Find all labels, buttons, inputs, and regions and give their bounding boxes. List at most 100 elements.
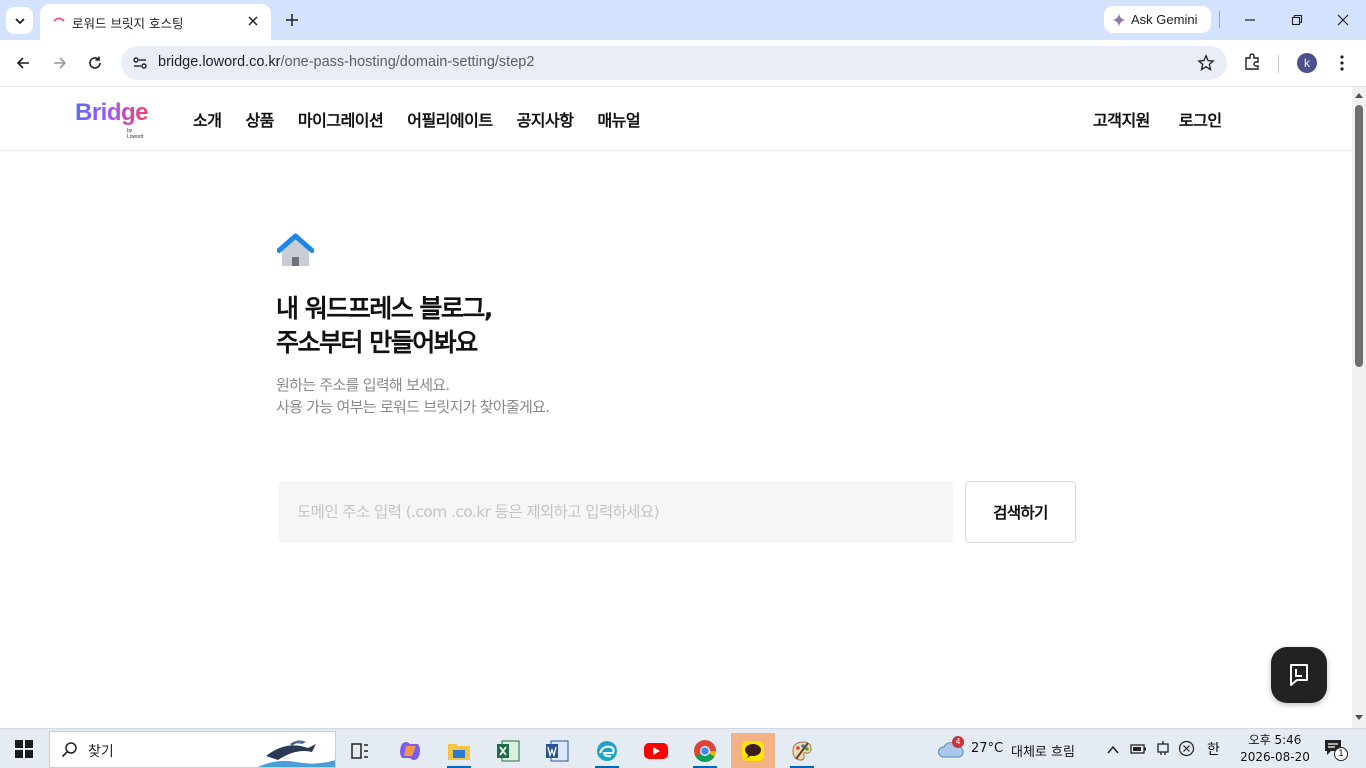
volume-muted-icon <box>1178 740 1195 757</box>
taskbar-paint[interactable] <box>780 733 824 768</box>
site-logo[interactable]: Bridge by Loword <box>75 99 150 140</box>
task-view-button[interactable] <box>338 733 382 768</box>
notification-center-button[interactable]: 1 <box>1323 738 1349 762</box>
scroll-thumb[interactable] <box>1355 105 1363 367</box>
utility-nav: 고객지원 로그인 <box>1093 107 1251 131</box>
divider <box>1278 55 1279 73</box>
taskbar-word[interactable] <box>535 733 579 768</box>
taskbar-copilot[interactable] <box>388 733 432 768</box>
restore-button[interactable] <box>1287 10 1307 30</box>
domain-search-input[interactable] <box>278 481 953 543</box>
taskbar-youtube[interactable] <box>634 733 678 768</box>
kakaotalk-icon <box>742 740 764 761</box>
weather-badge: 4 <box>952 736 964 748</box>
nav-item-products[interactable]: 상품 <box>245 107 274 131</box>
site-header: Bridge by Loword 소개 상품 마이그레이션 어필리에이트 공지사… <box>0 87 1352 151</box>
extensions-button[interactable] <box>1243 52 1263 76</box>
taskbar-file-explorer[interactable] <box>437 733 481 768</box>
show-hidden-icons-button[interactable] <box>1106 741 1120 760</box>
description-line: 사용 가능 여부는 로워드 브릿지가 찾아줄게요. <box>276 398 550 416</box>
taskbar-chrome[interactable] <box>683 733 727 768</box>
url-path: /one-pass-hosting/domain-setting/step2 <box>280 54 535 70</box>
favicon-icon <box>53 17 65 22</box>
tab-close-button[interactable] <box>244 12 262 30</box>
taskbar-edge[interactable] <box>585 733 629 768</box>
ime-indicator[interactable]: 한 <box>1207 739 1220 759</box>
bookmark-button[interactable] <box>1197 54 1215 76</box>
close-window-button[interactable] <box>1333 10 1353 30</box>
network-icon <box>1157 741 1169 755</box>
logo-subtext: by Loword <box>127 128 144 140</box>
description-line: 원하는 주소를 입력해 보세요. <box>276 376 450 394</box>
weather-widget[interactable]: 4 27°C 대체로 흐림 <box>937 736 1087 763</box>
chevron-up-icon <box>1107 745 1119 754</box>
notification-count: 1 <box>1334 747 1348 761</box>
youtube-icon <box>644 742 668 759</box>
close-icon <box>248 16 258 26</box>
search-button[interactable]: 검색하기 <box>965 481 1076 543</box>
new-tab-button[interactable] <box>282 10 302 30</box>
nav-item-support[interactable]: 고객지원 <box>1093 107 1150 131</box>
web-page: Bridge by Loword 소개 상품 마이그레이션 어필리에이트 공지사… <box>0 87 1352 728</box>
clock-time: 오후 5:46 <box>1248 733 1302 747</box>
browser-toolbar: bridge.loword.co.kr/one-pass-hosting/dom… <box>0 40 1366 87</box>
task-view-icon <box>351 742 368 759</box>
close-icon <box>1337 14 1349 26</box>
page-title-line: 내 워드프레스 블로그, <box>276 294 493 323</box>
word-icon <box>546 740 569 761</box>
page-title: 내 워드프레스 블로그, 주소부터 만들어봐요 <box>276 292 493 360</box>
scroll-up-arrow-icon[interactable] <box>1355 93 1363 98</box>
puzzle-icon <box>1245 53 1259 70</box>
scroll-down-arrow-icon[interactable] <box>1355 715 1363 720</box>
excel-icon <box>497 740 520 761</box>
restore-icon <box>1291 14 1303 26</box>
nav-item-manual[interactable]: 매뉴얼 <box>597 107 640 131</box>
page-scrollbar[interactable] <box>1352 87 1366 728</box>
page-description: 원하는 주소를 입력해 보세요. 사용 가능 여부는 로워드 브릿지가 찾아줄게… <box>276 374 550 418</box>
minimize-icon <box>1245 19 1255 21</box>
nav-item-intro[interactable]: 소개 <box>193 107 222 131</box>
gemini-sparkle-icon <box>1112 12 1126 27</box>
minimize-button[interactable] <box>1240 10 1260 30</box>
browser-tab-strip: 로워드 브릿지 호스팅 Ask Gemini <box>0 0 1366 40</box>
url-host: bridge.loword.co.kr <box>158 54 281 70</box>
taskbar-search-box[interactable]: 찾기 <box>49 731 336 768</box>
more-vert-icon <box>1340 55 1344 71</box>
address-bar[interactable]: bridge.loword.co.kr/one-pass-hosting/dom… <box>121 46 1227 80</box>
back-button[interactable] <box>12 52 34 74</box>
profile-avatar[interactable]: k <box>1297 53 1317 73</box>
chat-icon <box>1290 664 1308 686</box>
search-icon <box>61 742 77 758</box>
weather-condition: 대체로 흐림 <box>1011 745 1075 760</box>
nav-item-affiliate[interactable]: 어필리에이트 <box>407 107 493 131</box>
chat-button[interactable] <box>1271 647 1327 703</box>
folder-icon <box>448 743 470 760</box>
nav-item-login[interactable]: 로그인 <box>1179 107 1222 131</box>
windows-taskbar: 찾기 4 27°C 대체로 흐림 한 오후 5:46 2026-08-20 1 <box>0 728 1366 768</box>
taskbar-kakaotalk[interactable] <box>731 733 775 768</box>
volume-tray-button[interactable] <box>1178 740 1195 761</box>
paint-icon <box>792 740 812 761</box>
nav-item-migration[interactable]: 마이그레이션 <box>298 107 384 131</box>
chrome-icon <box>694 739 716 762</box>
url-text: bridge.loword.co.kr/one-pass-hosting/dom… <box>158 54 534 70</box>
start-button[interactable] <box>15 740 33 758</box>
forward-button[interactable] <box>49 52 71 74</box>
clock[interactable]: 오후 5:46 2026-08-20 <box>1236 732 1314 766</box>
tab-search-button[interactable] <box>6 7 33 34</box>
page-title-line: 주소부터 만들어봐요 <box>276 328 478 357</box>
star-icon <box>1197 54 1215 71</box>
battery-tray-button[interactable] <box>1130 741 1148 760</box>
logo-text: Bridge <box>75 99 149 126</box>
browser-menu-button[interactable] <box>1334 53 1350 77</box>
reload-button[interactable] <box>84 52 106 74</box>
edge-icon <box>597 740 617 761</box>
network-tray-button[interactable] <box>1155 740 1171 760</box>
browser-tab[interactable]: 로워드 브릿지 호스팅 <box>40 4 271 40</box>
nav-item-notice[interactable]: 공지사항 <box>517 107 574 131</box>
clock-date: 2026-08-20 <box>1240 750 1310 764</box>
chevron-down-icon <box>14 17 25 24</box>
arrow-left-icon <box>16 57 29 69</box>
taskbar-excel[interactable] <box>486 733 530 768</box>
ask-gemini-button[interactable]: Ask Gemini <box>1104 6 1211 33</box>
